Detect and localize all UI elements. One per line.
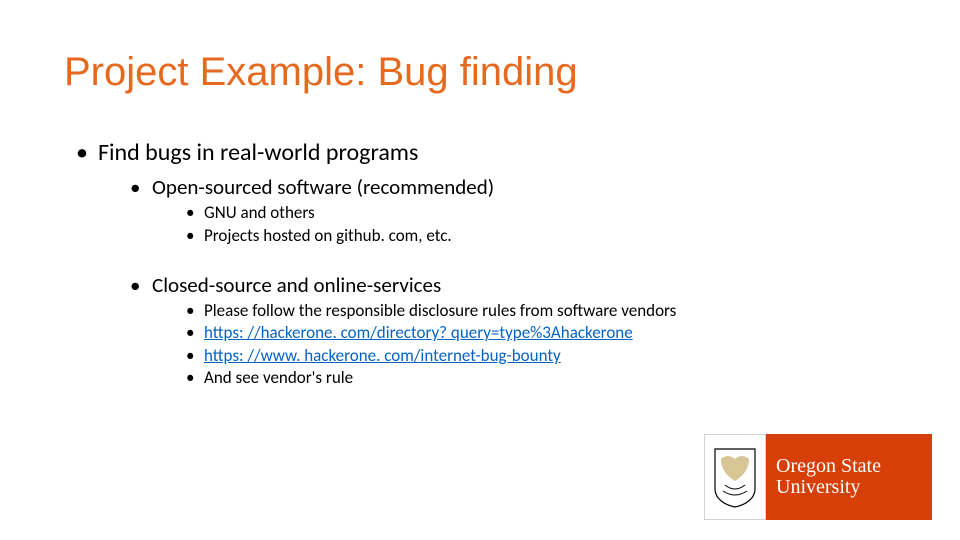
- bullet-level2: Open-sourced software (recommended) GNU …: [130, 174, 896, 246]
- link-text[interactable]: https: //hackerone. com/directory? query…: [204, 322, 633, 343]
- bullet-level3: https: //www. hackerone. com/internet-bu…: [186, 345, 896, 366]
- bullet-level3: GNU and others: [186, 202, 896, 223]
- slide: Project Example: Bug finding Find bugs i…: [0, 0, 960, 540]
- bullet-level3: https: //hackerone. com/directory? query…: [186, 322, 896, 343]
- bullet-level1: Find bugs in real-world programs Open-so…: [76, 138, 896, 388]
- bullet-text: GNU and others: [204, 202, 315, 223]
- osu-line1: Oregon State: [776, 456, 932, 477]
- bullet-level3: Projects hosted on github. com, etc.: [186, 225, 896, 246]
- bullet-text: Find bugs in real-world programs: [98, 138, 418, 167]
- osu-seal-icon: [704, 434, 766, 520]
- bullet-level3: Please follow the responsible disclosure…: [186, 300, 896, 321]
- bullet-text: And see vendor's rule: [204, 367, 353, 388]
- spacer: [98, 248, 896, 266]
- link-text[interactable]: https: //www. hackerone. com/internet-bu…: [204, 345, 561, 366]
- bullet-text: Closed-source and online-services: [152, 272, 441, 298]
- bullet-text: Please follow the responsible disclosure…: [204, 300, 676, 321]
- slide-body: Find bugs in real-world programs Open-so…: [76, 138, 896, 394]
- bullet-level2: Closed-source and online-services Please…: [130, 272, 896, 388]
- slide-title: Project Example: Bug finding: [64, 50, 578, 95]
- bullet-level3: And see vendor's rule: [186, 367, 896, 388]
- osu-logo: Oregon State University: [704, 434, 932, 520]
- bullet-text: Open-sourced software (recommended): [152, 174, 494, 200]
- osu-wordmark: Oregon State University: [766, 434, 932, 520]
- osu-line2: University: [776, 477, 932, 498]
- bullet-text: Projects hosted on github. com, etc.: [204, 225, 452, 246]
